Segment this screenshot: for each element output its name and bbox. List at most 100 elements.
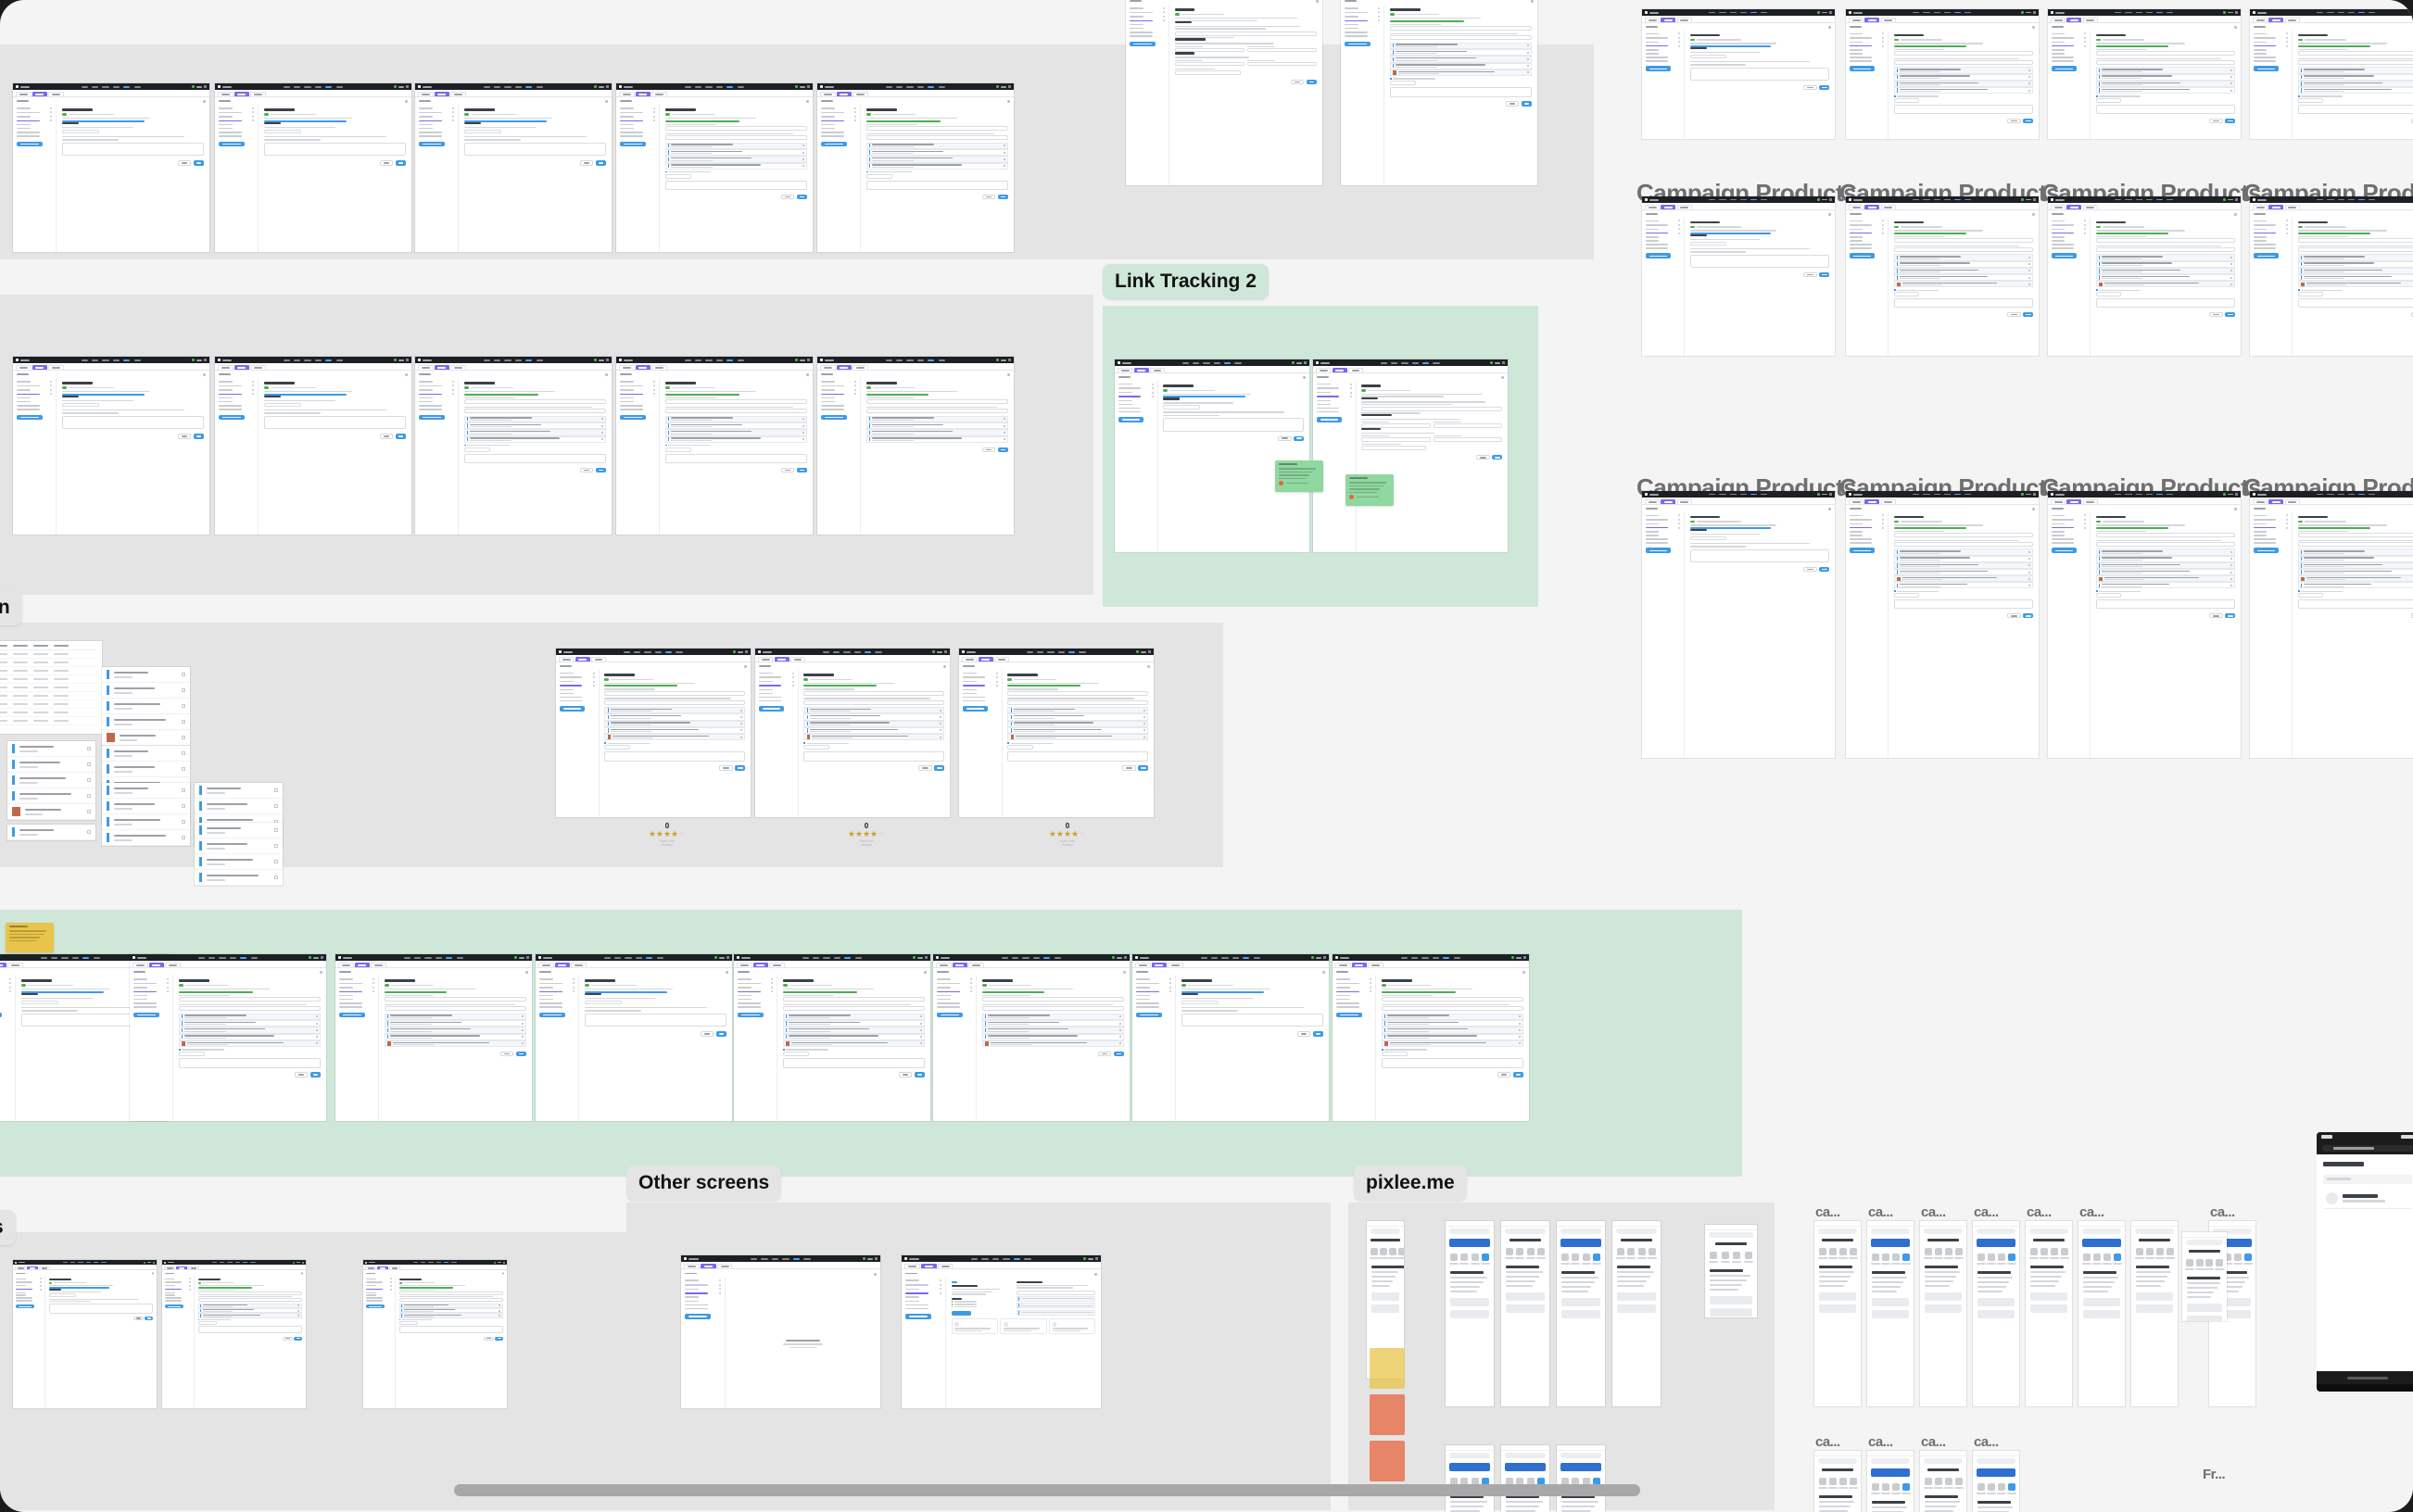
phone-nav-icon[interactable] — [2040, 1248, 2048, 1255]
nav-link[interactable] — [694, 359, 702, 361]
sidebar-step[interactable] — [1118, 410, 1154, 413]
mock-tabs[interactable] — [536, 961, 732, 969]
nav-links[interactable] — [1913, 198, 1972, 201]
toggle-row[interactable] — [2095, 520, 2235, 523]
tab-campaign[interactable] — [1661, 17, 1676, 22]
next-button[interactable] — [595, 160, 607, 166]
url-pill[interactable] — [1871, 1228, 1910, 1234]
phone-nav-icon[interactable] — [1616, 1248, 1624, 1255]
textarea-field[interactable] — [48, 1303, 153, 1314]
input-field[interactable] — [1893, 533, 2034, 538]
back-button[interactable] — [1803, 271, 1817, 277]
tab-campaign[interactable] — [952, 962, 968, 968]
app-mockup[interactable] — [1642, 491, 1835, 758]
close-icon[interactable] — [1827, 212, 1831, 216]
product-checkbox[interactable] — [522, 1022, 524, 1025]
modal-sidebar[interactable] — [1341, 5, 1385, 185]
tab-campaign[interactable] — [2066, 498, 2082, 504]
nav-link[interactable] — [1739, 493, 1747, 496]
phone-icon-cell[interactable] — [1504, 1248, 1514, 1259]
nav-link[interactable] — [705, 359, 713, 361]
phone-nav-icon[interactable] — [1871, 1254, 1879, 1261]
sidebar-step[interactable] — [419, 135, 454, 137]
modal-footer[interactable] — [264, 434, 407, 439]
create-campaign-button[interactable] — [1336, 1012, 1362, 1018]
input-field[interactable] — [1174, 70, 1241, 76]
phone-icon-cell[interactable] — [1571, 1254, 1581, 1265]
product-list-item[interactable] — [1893, 254, 2034, 261]
sidebar-step[interactable] — [164, 1297, 191, 1299]
toggle-row[interactable] — [178, 984, 321, 987]
sidebar-step[interactable] — [1130, 27, 1165, 30]
product-list-item[interactable] — [384, 1019, 527, 1027]
sidebar-step[interactable] — [1646, 535, 1680, 536]
create-campaign-button[interactable] — [2254, 253, 2280, 259]
sidebar-step[interactable] — [539, 986, 575, 989]
checkbox[interactable] — [865, 170, 868, 173]
product-list[interactable] — [197, 1303, 302, 1318]
sidebar-step[interactable] — [1118, 396, 1154, 398]
nav-link[interactable] — [844, 956, 852, 959]
sidebar-step[interactable] — [620, 400, 655, 403]
sidebar-step[interactable] — [1130, 35, 1165, 37]
checkbox-row[interactable] — [1893, 95, 2033, 97]
nav-link[interactable] — [1923, 198, 1930, 201]
item-checkbox[interactable] — [182, 688, 185, 692]
tab-content[interactable] — [1849, 17, 1864, 22]
phone-icon-row[interactable] — [2131, 1244, 2178, 1263]
list-item[interactable] — [102, 714, 190, 730]
product-list-item[interactable] — [1893, 575, 2034, 583]
checkbox-row[interactable] — [865, 170, 1008, 173]
mobile-mockup[interactable] — [2131, 1221, 2178, 1406]
product-checkbox[interactable] — [1527, 51, 1530, 54]
mock-tabs[interactable] — [2048, 16, 2241, 23]
product-list-item[interactable] — [2297, 575, 2413, 583]
app-mockup[interactable] — [902, 1255, 1101, 1408]
nav-link[interactable] — [335, 359, 343, 361]
nav-link[interactable] — [112, 85, 120, 88]
textarea-field[interactable] — [782, 1057, 926, 1068]
tab-content[interactable] — [1316, 367, 1332, 373]
nav-link[interactable] — [676, 650, 683, 653]
input-field[interactable] — [1893, 97, 1920, 103]
modal-footer[interactable] — [982, 1052, 1125, 1057]
nav-links[interactable] — [1181, 361, 1242, 364]
sidebar-step[interactable] — [219, 115, 255, 118]
data-table[interactable] — [0, 641, 102, 734]
nav-right[interactable] — [2223, 198, 2238, 201]
toggle-row[interactable] — [1163, 389, 1304, 392]
toggle-row[interactable] — [1689, 520, 1829, 523]
sidebar-step[interactable] — [1136, 990, 1172, 993]
phone-icon-cell[interactable] — [1481, 1254, 1491, 1265]
mobile-mockup[interactable] — [1705, 1225, 1757, 1317]
phone-icon-cell[interactable] — [2102, 1254, 2112, 1265]
checkbox[interactable] — [2297, 590, 2300, 593]
figma-canvas[interactable]: Link Tracking 2onOther screenspixlee.met… — [0, 0, 2413, 1512]
modal-sidebar[interactable] — [1642, 511, 1686, 758]
list-item[interactable] — [102, 762, 190, 777]
product-list[interactable] — [2095, 67, 2236, 94]
product-checkbox[interactable] — [499, 1315, 501, 1317]
modal-sidebar[interactable] — [415, 105, 460, 252]
product-checkbox[interactable] — [601, 438, 604, 441]
nav-link[interactable] — [82, 956, 90, 959]
next-button[interactable] — [2023, 613, 2034, 619]
create-campaign-button[interactable] — [1850, 253, 1876, 259]
product-checkbox[interactable] — [316, 1036, 319, 1039]
frame-label[interactable]: ca... — [1921, 1434, 1946, 1450]
product-list-item[interactable] — [2095, 67, 2236, 74]
sidebar-step[interactable] — [937, 990, 973, 993]
phone-url-bar[interactable] — [1920, 1227, 1966, 1236]
product-list-item[interactable] — [1893, 555, 2034, 562]
product-list-item[interactable] — [1893, 281, 2034, 288]
create-campaign-button[interactable] — [1317, 417, 1343, 422]
nav-links[interactable] — [970, 1257, 1031, 1260]
nav-link[interactable] — [325, 359, 333, 361]
nav-links[interactable] — [885, 359, 945, 361]
nav-link[interactable] — [1253, 956, 1260, 959]
sidebar-step[interactable] — [219, 397, 254, 399]
product-list-item[interactable] — [604, 734, 746, 741]
back-button[interactable] — [1122, 765, 1136, 771]
nav-links[interactable] — [1709, 198, 1768, 201]
toggle-row[interactable] — [2095, 225, 2235, 229]
